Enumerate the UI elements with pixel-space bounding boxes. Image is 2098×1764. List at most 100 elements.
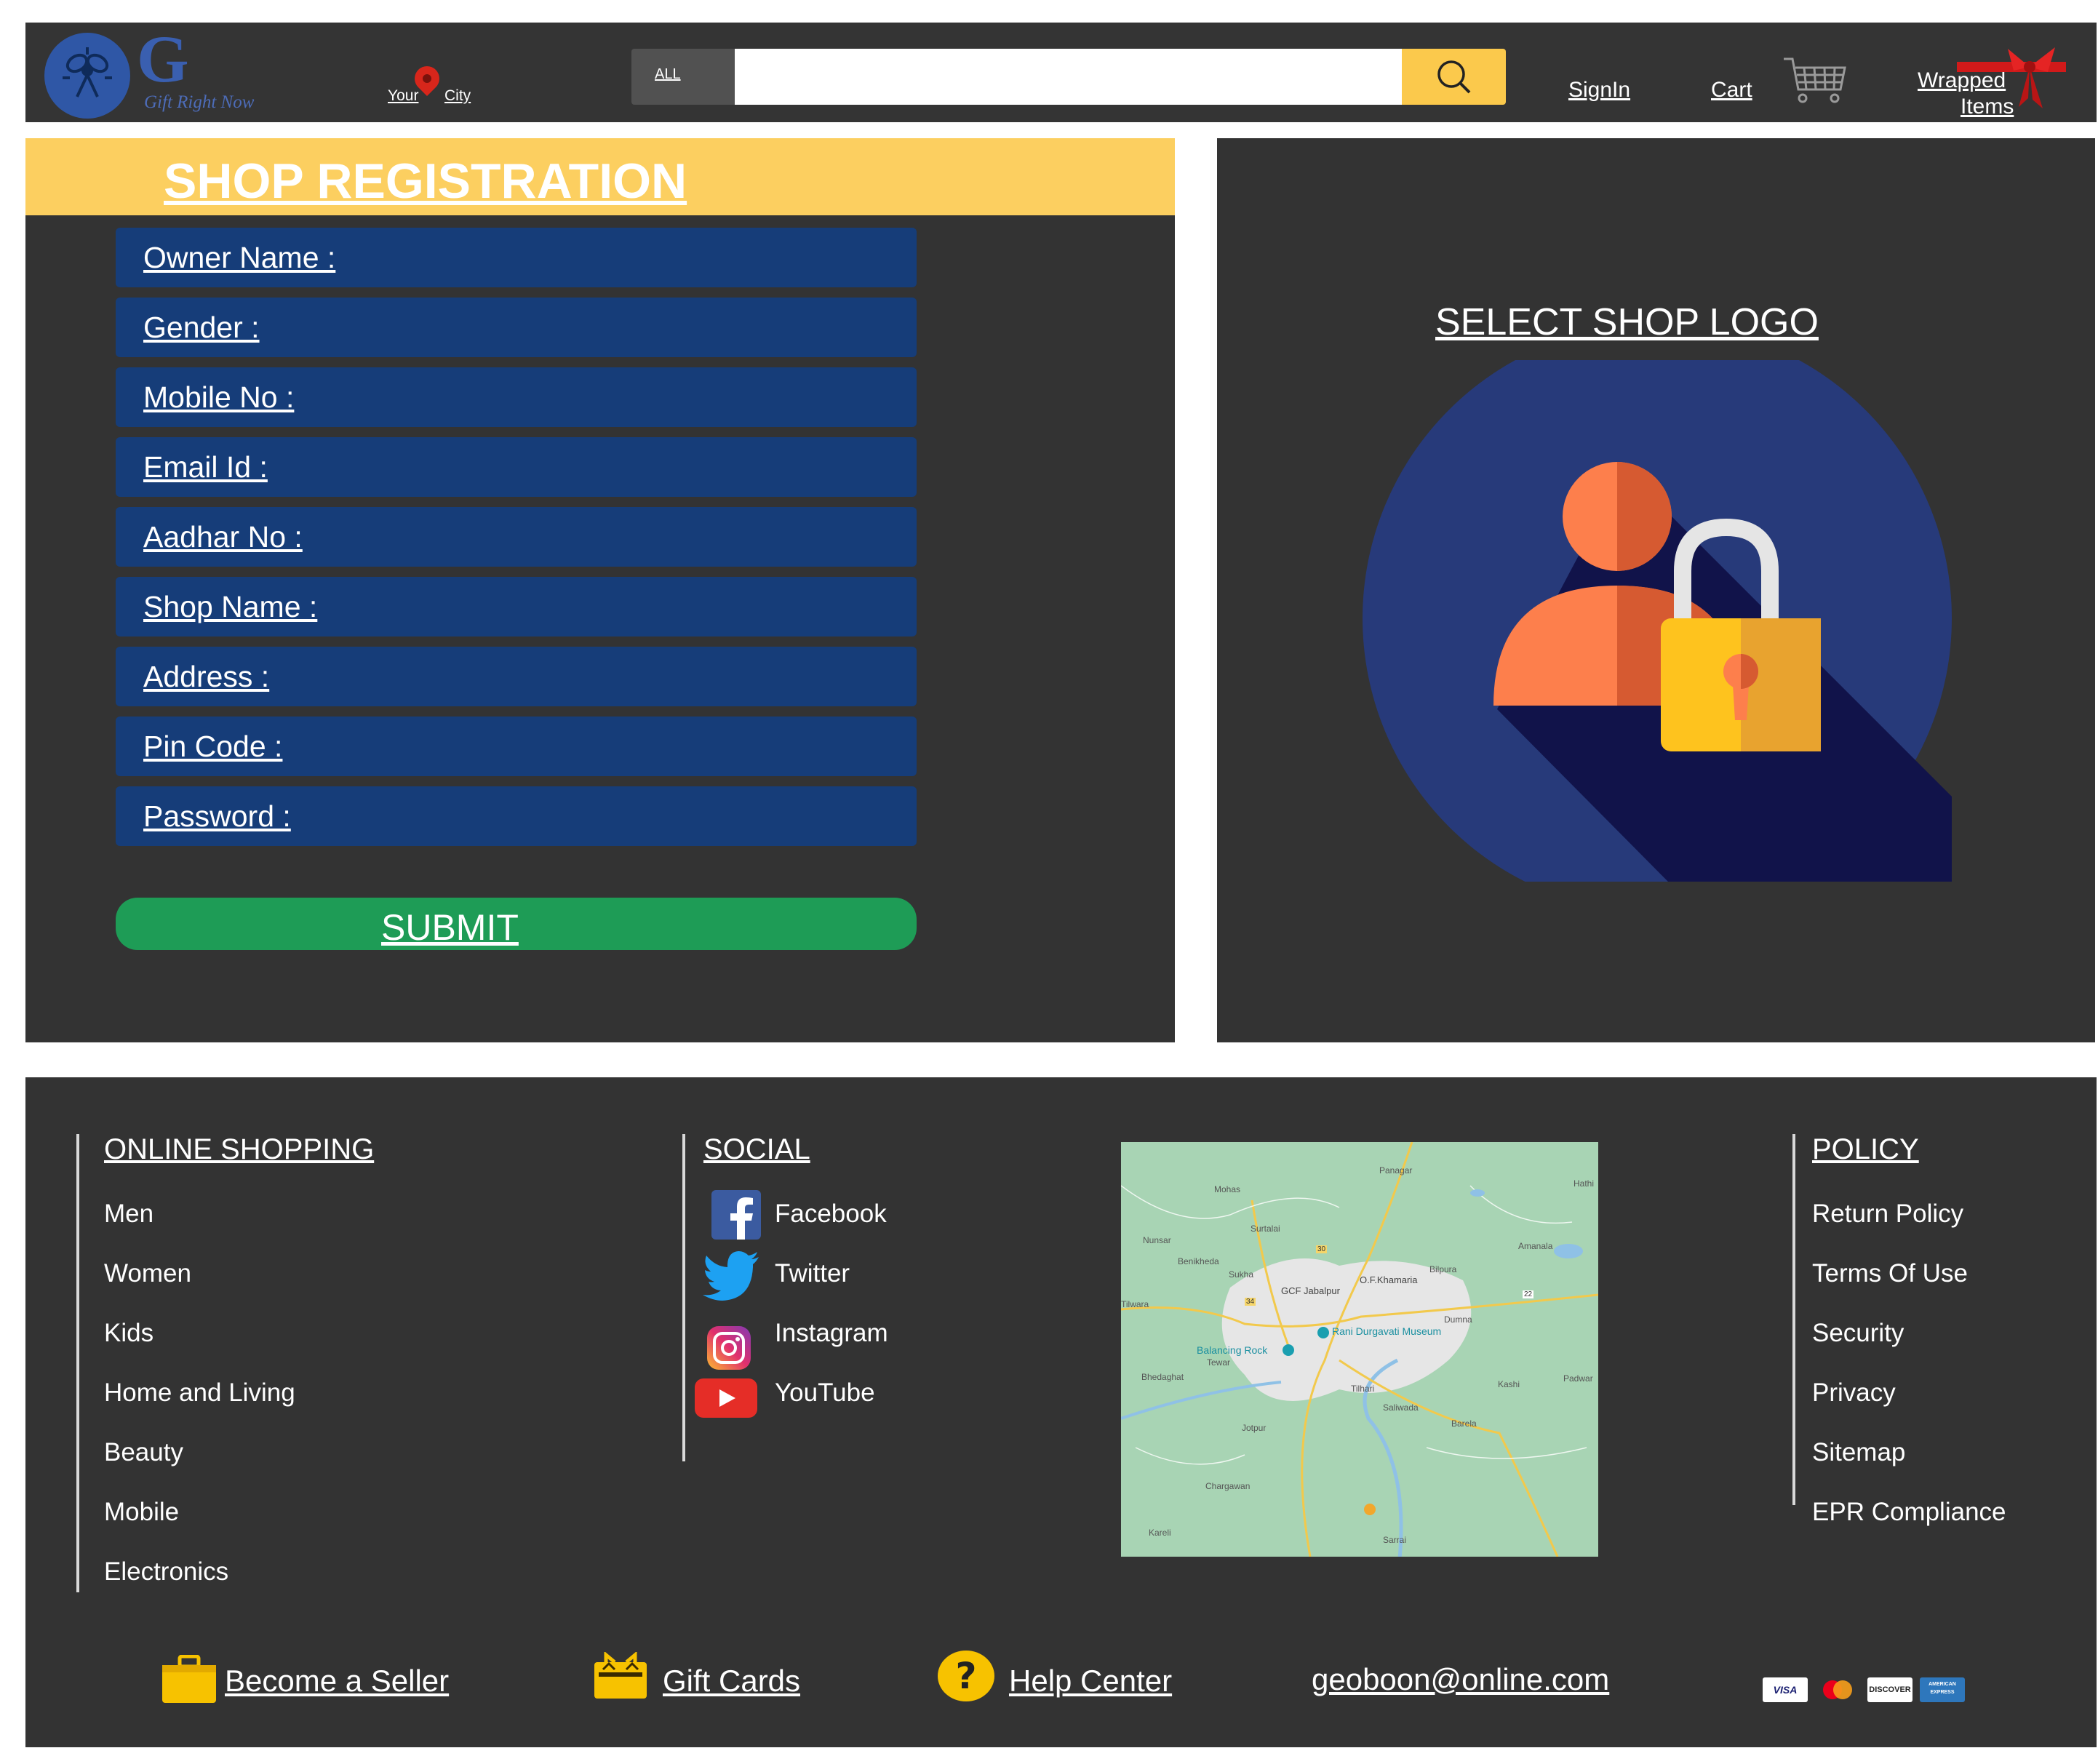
- logo-letter: G: [137, 22, 189, 96]
- instagram-icon[interactable]: [706, 1325, 752, 1371]
- map-label: Tewar: [1207, 1357, 1231, 1368]
- ribbon-bow-icon: [1957, 47, 2066, 108]
- facebook-icon[interactable]: [711, 1190, 761, 1240]
- map-label: Hathi: [1574, 1178, 1595, 1189]
- location-map[interactable]: Panagar Mohas Surtalai Nunsar Benikheda …: [1121, 1142, 1598, 1557]
- footer-link-return-policy[interactable]: Return Policy: [1812, 1200, 1963, 1229]
- search-icon: [1437, 60, 1471, 94]
- become-seller-link[interactable]: Become a Seller: [225, 1664, 449, 1699]
- twitter-icon[interactable]: [702, 1250, 760, 1301]
- map-label: GCF Jabalpur: [1281, 1285, 1340, 1296]
- map-label: Dumna: [1444, 1314, 1472, 1325]
- map-label: O.F.Khamaria: [1360, 1274, 1418, 1285]
- svg-text:?: ?: [955, 1655, 976, 1697]
- search-category-label: ALL: [655, 66, 681, 82]
- footer-link-twitter[interactable]: Twitter: [775, 1259, 850, 1288]
- map-label: Nunsar: [1143, 1235, 1171, 1245]
- footer-link-women[interactable]: Women: [104, 1259, 191, 1288]
- field-label: Pin Code :: [143, 730, 283, 763]
- mobile-no-field[interactable]: Mobile No :: [116, 367, 917, 427]
- logo-tagline: Gift Right Now: [144, 92, 255, 112]
- submit-button[interactable]: SUBMIT: [116, 898, 917, 950]
- registration-title-bar: SHOP REGISTRATION: [25, 138, 1175, 215]
- footer-link-home-living[interactable]: Home and Living: [104, 1378, 295, 1408]
- field-label: Shop Name :: [143, 590, 318, 623]
- map-label: Bhedaghat: [1141, 1372, 1184, 1382]
- footer-link-electronics[interactable]: Electronics: [104, 1557, 228, 1587]
- submit-label: SUBMIT: [381, 907, 519, 948]
- map-road-number: 22: [1523, 1290, 1534, 1298]
- field-label: Aadhar No :: [143, 520, 303, 554]
- top-header: G Gift Right Now Your City ALL SignIn Ca…: [25, 23, 2097, 122]
- gift-cards-link[interactable]: Gift Cards: [663, 1664, 800, 1699]
- briefcase-icon: [162, 1655, 216, 1703]
- footer-link-facebook[interactable]: Facebook: [775, 1200, 887, 1229]
- search-button[interactable]: [1402, 49, 1506, 105]
- map-label: Saliwada: [1383, 1402, 1419, 1413]
- map-label: Jotpur: [1242, 1423, 1267, 1433]
- location-your[interactable]: Your: [388, 87, 418, 105]
- logo-icon[interactable]: [44, 33, 130, 119]
- shop-name-field[interactable]: Shop Name :: [116, 577, 917, 636]
- contact-email-link[interactable]: geoboon@online.com: [1312, 1662, 1609, 1697]
- map-label: Surtalai: [1251, 1224, 1280, 1234]
- gender-field[interactable]: Gender :: [116, 298, 917, 357]
- map-label: Kashi: [1498, 1379, 1520, 1389]
- map-label: Benikheda: [1178, 1256, 1219, 1266]
- map-label: Sukha: [1229, 1269, 1254, 1280]
- field-label: Gender :: [143, 311, 260, 344]
- social-heading: SOCIAL: [703, 1133, 810, 1165]
- footer-link-epr-compliance[interactable]: EPR Compliance: [1812, 1498, 2006, 1527]
- field-label: Mobile No :: [143, 380, 295, 414]
- footer-link-sitemap[interactable]: Sitemap: [1812, 1438, 1905, 1467]
- mastercard-icon: [1815, 1677, 1860, 1702]
- cart-link[interactable]: Cart: [1711, 78, 1752, 103]
- address-field[interactable]: Address :: [116, 647, 917, 706]
- field-label: Password :: [143, 799, 291, 833]
- map-label: Mohas: [1214, 1184, 1241, 1194]
- search-category-select[interactable]: ALL: [631, 49, 735, 105]
- field-label: Address :: [143, 660, 270, 693]
- map-label: Kareli: [1149, 1528, 1171, 1538]
- footer-link-security[interactable]: Security: [1812, 1319, 1904, 1348]
- footer-link-beauty[interactable]: Beauty: [104, 1438, 183, 1467]
- youtube-icon[interactable]: [695, 1378, 757, 1418]
- help-center-link[interactable]: Help Center: [1009, 1664, 1172, 1699]
- footer-link-youtube[interactable]: YouTube: [775, 1378, 875, 1408]
- map-label: Amanala: [1518, 1241, 1553, 1251]
- footer-link-mobile[interactable]: Mobile: [104, 1498, 179, 1527]
- footer-link-privacy[interactable]: Privacy: [1812, 1378, 1896, 1408]
- search-input[interactable]: [735, 49, 1402, 105]
- field-label: Email Id :: [143, 450, 268, 484]
- policy-heading: POLICY: [1812, 1133, 1919, 1165]
- footer-link-instagram[interactable]: Instagram: [775, 1319, 888, 1348]
- map-label: Tilhari: [1351, 1384, 1375, 1394]
- owner-name-field[interactable]: Owner Name :: [116, 228, 917, 287]
- help-question-icon: ?: [938, 1651, 994, 1701]
- signin-link[interactable]: SignIn: [1568, 78, 1630, 103]
- select-logo-title[interactable]: SELECT SHOP LOGO: [1435, 300, 1819, 344]
- location-city[interactable]: City: [444, 87, 471, 105]
- pin-code-field[interactable]: Pin Code :: [116, 717, 917, 776]
- user-lock-icon[interactable]: [1363, 360, 1952, 882]
- cart-icon[interactable]: [1782, 56, 1849, 107]
- email-id-field[interactable]: Email Id :: [116, 437, 917, 497]
- map-label: Rani Durgavati Museum: [1332, 1325, 1442, 1337]
- map-label: Bilpura: [1429, 1264, 1457, 1274]
- online-shopping-heading: ONLINE SHOPPING: [104, 1133, 375, 1165]
- shop-registration-panel: SHOP REGISTRATION Owner Name : Gender : …: [25, 138, 1175, 1042]
- map-label: Barela: [1451, 1418, 1477, 1429]
- map-label: Sarrai: [1383, 1535, 1407, 1545]
- map-label: Tilwara: [1121, 1299, 1149, 1309]
- field-label: Owner Name :: [143, 241, 336, 274]
- column-divider: [76, 1134, 79, 1592]
- footer: ONLINE SHOPPING Men Women Kids Home and …: [25, 1077, 2097, 1747]
- footer-link-terms-of-use[interactable]: Terms Of Use: [1812, 1259, 1968, 1288]
- footer-link-men[interactable]: Men: [104, 1200, 153, 1229]
- map-label: Balancing Rock: [1197, 1344, 1268, 1356]
- gift-card-icon: [594, 1652, 647, 1699]
- footer-link-kids[interactable]: Kids: [104, 1319, 153, 1348]
- password-field[interactable]: Password :: [116, 786, 917, 846]
- column-divider: [1792, 1134, 1795, 1505]
- aadhar-no-field[interactable]: Aadhar No :: [116, 507, 917, 567]
